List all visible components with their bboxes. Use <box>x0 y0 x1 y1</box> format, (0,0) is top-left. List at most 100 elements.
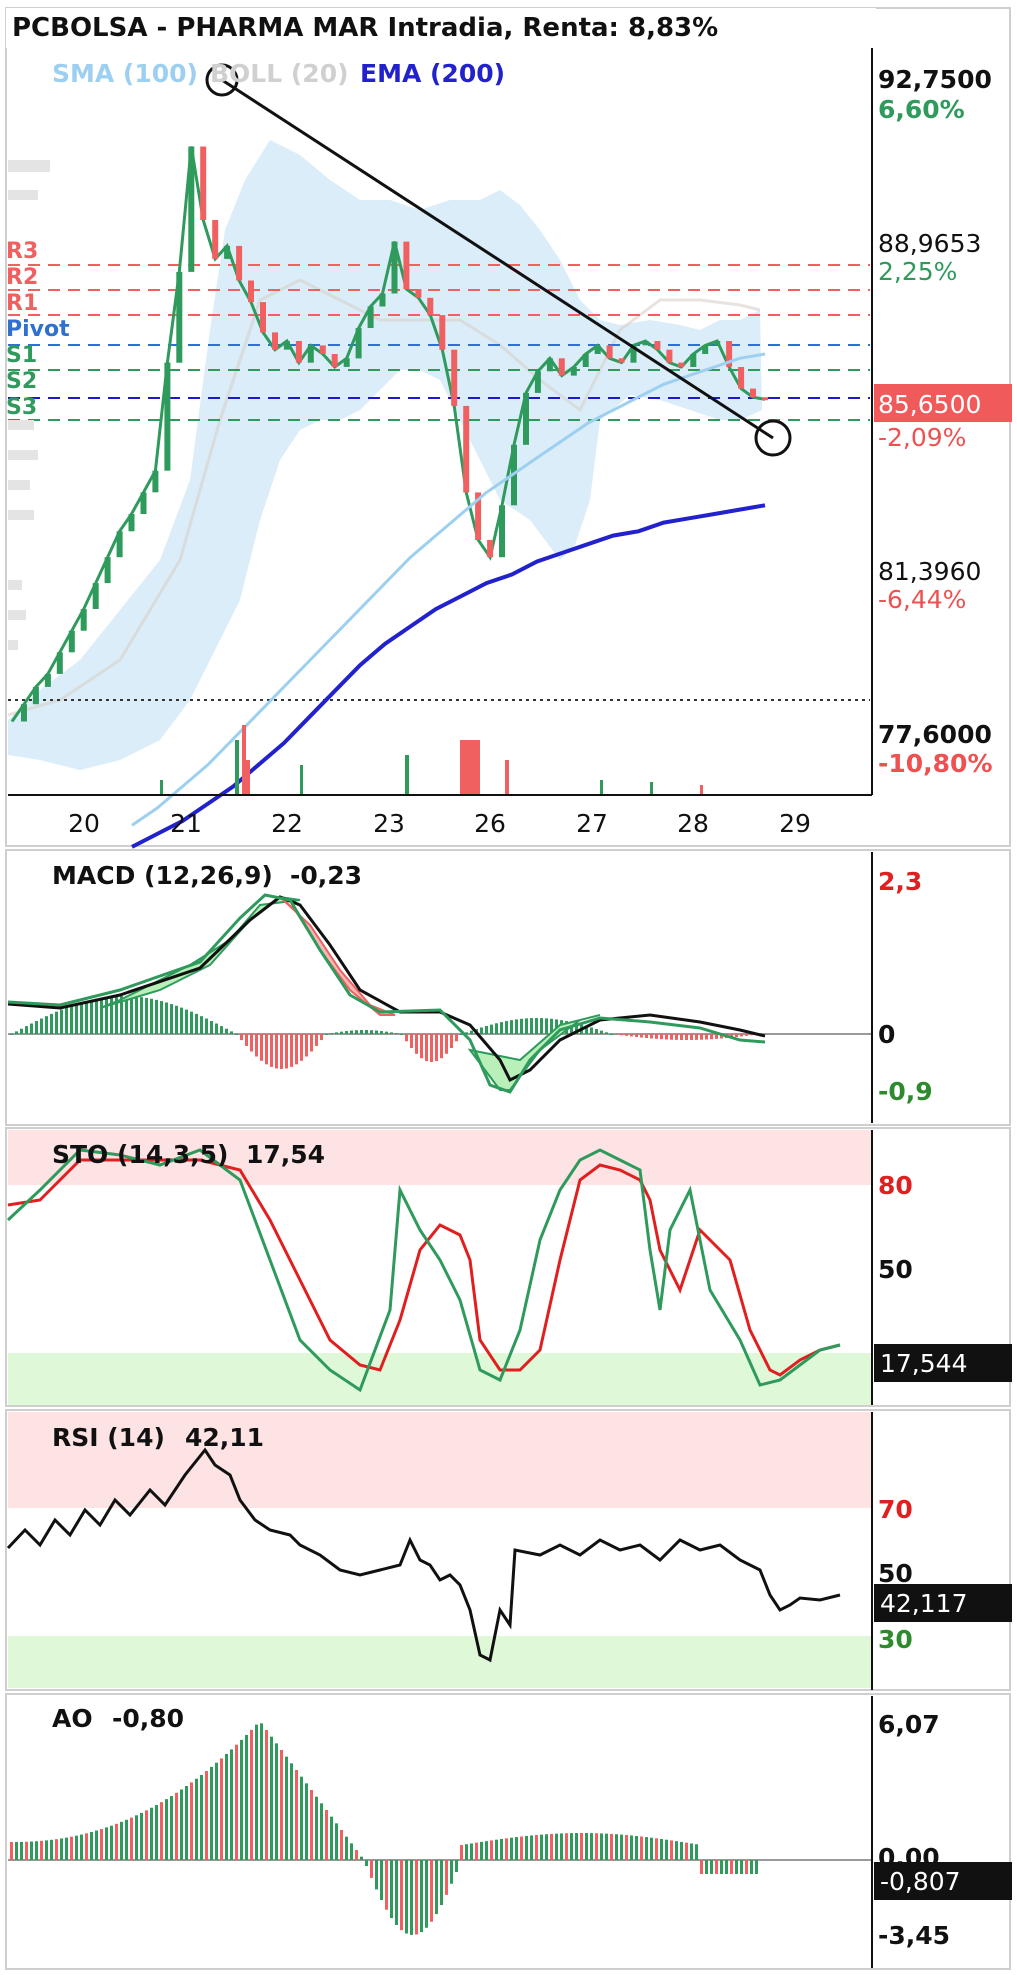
ao-histogram-bar <box>540 1834 543 1860</box>
price-candle <box>451 349 458 406</box>
price-candle <box>499 505 505 558</box>
sto-mid: 50 <box>878 1255 913 1284</box>
ao-histogram-bar <box>85 1833 88 1860</box>
price-candle <box>546 358 553 372</box>
macd-histogram-bar <box>745 1034 748 1036</box>
macd-histogram-bar <box>710 1034 713 1040</box>
ao-histogram-bar <box>515 1837 518 1860</box>
macd-histogram-bar <box>640 1034 643 1038</box>
x-label: 21 <box>170 809 202 838</box>
price-candle <box>295 341 302 363</box>
price-candle <box>487 539 494 558</box>
macd-histogram-bar <box>65 1007 68 1034</box>
macd-histogram-bar <box>395 1033 398 1034</box>
ao-histogram-bar <box>660 1839 663 1860</box>
ao-histogram-bar <box>360 1856 363 1860</box>
macd-histogram-bar <box>495 1023 498 1034</box>
ao-histogram-bar <box>720 1860 723 1874</box>
macd-histogram-bar <box>385 1031 388 1034</box>
ao-histogram-bar <box>345 1836 348 1860</box>
ao-histogram-bar <box>725 1860 728 1874</box>
pct-label-3: -6,44% <box>878 585 966 614</box>
ao-histogram-bar <box>620 1834 623 1860</box>
macd-histogram-bar <box>630 1034 633 1037</box>
ao-histogram-bar <box>650 1837 653 1860</box>
price-candle <box>427 297 434 316</box>
ao-histogram-bar <box>530 1835 533 1860</box>
macd-histogram-bar <box>620 1034 623 1036</box>
price-candle <box>104 557 111 584</box>
macd-histogram-bar <box>185 1009 188 1034</box>
ao-histogram-bar <box>665 1839 668 1860</box>
macd-histogram-bar <box>530 1018 533 1034</box>
macd-bottom: -0,9 <box>878 1077 933 1106</box>
macd-histogram-bar <box>35 1021 38 1034</box>
price-label-low: 77,6000 <box>878 720 992 749</box>
ao-histogram-bar <box>625 1835 628 1860</box>
ao-histogram-bar <box>265 1730 268 1860</box>
ao-histogram-bar <box>40 1840 43 1860</box>
price-candle <box>678 362 685 367</box>
pivot-label-pivot: Pivot <box>6 317 70 342</box>
sto-panel: STO (14,3,5) 17,54 80 50 17,544 <box>5 1127 1012 1407</box>
macd-histogram-bar <box>215 1023 218 1034</box>
ao-histogram-bar <box>550 1833 553 1860</box>
macd-histogram-bar <box>420 1034 423 1059</box>
ao-histogram-bar <box>130 1817 133 1860</box>
macd-histogram-bar <box>155 999 158 1034</box>
price-candle <box>762 397 768 401</box>
ao-histogram-bar <box>480 1841 483 1860</box>
macd-histogram-bar <box>300 1034 303 1061</box>
ao-histogram-bar <box>300 1776 303 1860</box>
macd-histogram-bar <box>540 1018 543 1034</box>
ao-histogram-bar <box>380 1860 383 1901</box>
price-candle <box>128 514 135 532</box>
ao-histogram-bar <box>730 1860 733 1874</box>
ao-histogram-bar <box>80 1834 83 1860</box>
ao-histogram-bar <box>60 1838 63 1860</box>
macd-histogram-bar <box>340 1031 343 1034</box>
macd-histogram-bar <box>235 1034 238 1035</box>
price-candle <box>702 345 709 354</box>
price-candle <box>618 358 625 363</box>
macd-histogram-bar <box>595 1029 598 1034</box>
price-candle <box>642 341 649 346</box>
macd-histogram-bar <box>310 1034 313 1052</box>
macd-histogram-bar <box>105 997 108 1034</box>
ao-histogram-bar <box>95 1830 98 1860</box>
ao-histogram-bar <box>150 1807 153 1860</box>
ao-histogram-bar <box>610 1833 613 1860</box>
ao-histogram-bar <box>175 1792 178 1860</box>
ao-histogram-bar <box>580 1833 583 1860</box>
ao-histogram-bar <box>270 1736 273 1860</box>
ao-histogram-bar <box>575 1833 578 1860</box>
macd-histogram-bar <box>535 1018 538 1034</box>
macd-histogram-bar <box>40 1018 43 1034</box>
macd-histogram-bar <box>400 1034 403 1035</box>
macd-value: -0,23 <box>290 861 362 890</box>
ao-histogram-bar <box>400 1860 403 1931</box>
ao-histogram-bar <box>200 1774 203 1860</box>
macd-histogram-bar <box>435 1034 438 1062</box>
macd-histogram-bar <box>695 1034 698 1040</box>
price-candle <box>415 289 422 298</box>
macd-histogram-bar <box>60 1009 63 1034</box>
ao-histogram-bar <box>235 1744 238 1860</box>
pivot-label-s2: S2 <box>6 369 37 394</box>
ao-histogram-bar <box>420 1860 423 1933</box>
ao-histogram-bar <box>510 1837 513 1860</box>
ao-histogram-bar <box>370 1860 373 1878</box>
price-candle <box>750 388 756 398</box>
ao-histogram-bar <box>445 1860 448 1895</box>
ao-current: -0,807 <box>880 1867 961 1896</box>
ao-histogram-bar <box>415 1860 418 1935</box>
ao-histogram-bar <box>585 1833 588 1860</box>
price-candle <box>690 354 697 367</box>
ao-histogram-bar <box>170 1796 173 1860</box>
ao-histogram-bar <box>615 1834 618 1860</box>
macd-histogram-bar <box>365 1030 368 1034</box>
ao-histogram-bar <box>675 1841 678 1860</box>
ao-histogram-bar <box>50 1839 53 1860</box>
sto-label: STO (14,3,5) <box>52 1140 228 1169</box>
macd-histogram-bar <box>325 1034 328 1035</box>
